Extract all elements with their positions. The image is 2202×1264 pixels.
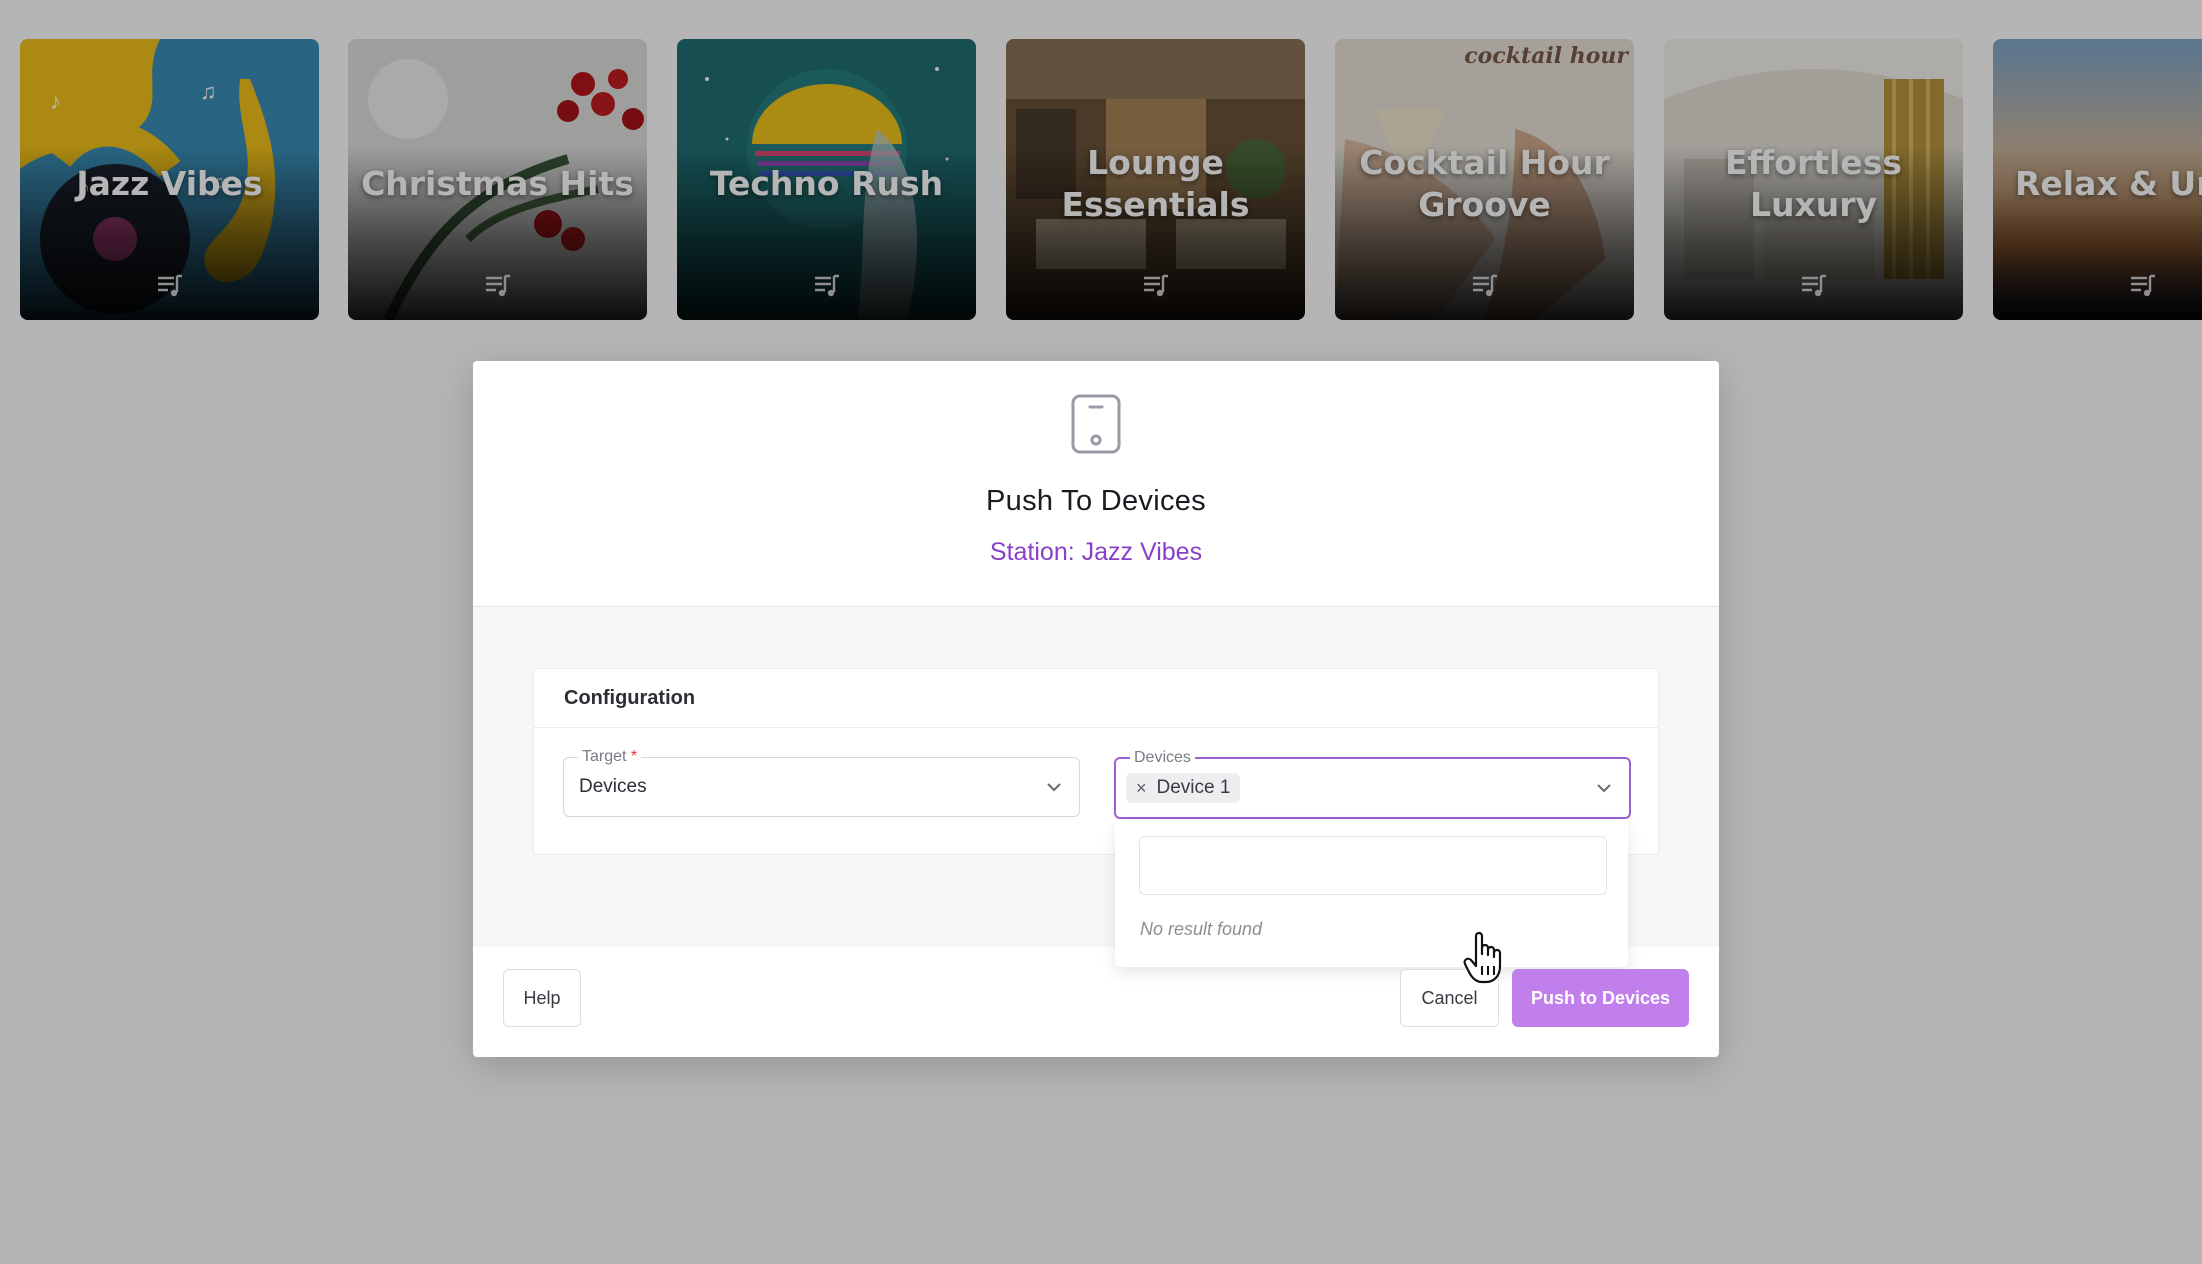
chevron-down-icon[interactable] xyxy=(1595,779,1613,797)
modal-header: Push To Devices Station: Jazz Vibes xyxy=(473,361,1719,607)
devices-label: Devices xyxy=(1130,749,1195,767)
hand-pointer-icon xyxy=(1463,931,1502,984)
target-value: Devices xyxy=(579,776,647,797)
help-button[interactable]: Help xyxy=(503,969,581,1027)
remove-chip-button[interactable]: × xyxy=(1136,778,1147,799)
devices-multiselect[interactable]: Devices × Device 1 xyxy=(1114,749,1631,819)
device-chip: × Device 1 xyxy=(1126,773,1241,803)
configuration-heading: Configuration xyxy=(534,669,1658,728)
modal-title: Push To Devices xyxy=(986,485,1206,517)
target-select[interactable]: Target * Devices xyxy=(563,748,1080,817)
no-result-message: No result found xyxy=(1140,919,1263,939)
modal-subtitle: Station: Jazz Vibes xyxy=(989,538,1203,566)
mobile-device-icon xyxy=(1071,394,1121,454)
device-chip-label: Device 1 xyxy=(1156,777,1231,798)
chevron-down-icon xyxy=(1047,783,1061,792)
devices-dropdown: No result found xyxy=(1115,820,1628,967)
devices-search-input[interactable] xyxy=(1139,836,1607,895)
push-to-devices-button[interactable]: Push to Devices xyxy=(1512,969,1689,1027)
